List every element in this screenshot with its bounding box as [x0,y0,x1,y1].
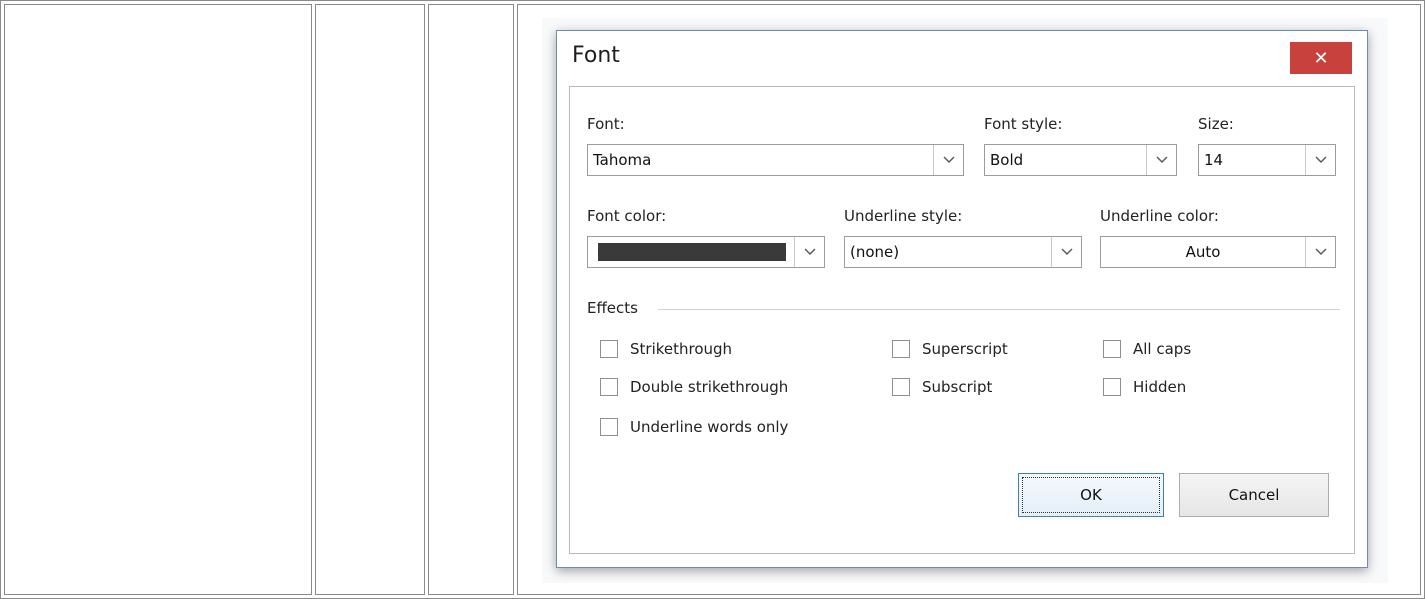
close-icon: ✕ [1313,47,1329,69]
checkbox-box[interactable] [600,340,618,358]
double-strikethrough-checkbox[interactable]: Double strikethrough [600,378,788,396]
checkbox-box[interactable] [600,418,618,436]
chevron-down-icon [1061,248,1072,255]
close-button[interactable]: ✕ [1290,42,1352,74]
size-combobox[interactable]: 14 [1198,144,1336,176]
underline-words-only-checkbox[interactable]: Underline words only [600,418,788,436]
cancel-button[interactable]: Cancel [1179,473,1329,517]
font-combobox[interactable]: Tahoma [587,144,964,176]
font-color-swatch [598,243,786,261]
font-value: Tahoma [593,151,652,169]
font-label: Font: [587,115,625,133]
font-dialog: Font ✕ Font: Font style: Size: Tahoma Bo… [556,30,1368,568]
font-color-picker[interactable] [587,236,825,268]
font-style-combobox[interactable]: Bold [984,144,1177,176]
underline-style-value: (none) [850,243,900,261]
underline-style-dropdown-button[interactable] [1051,237,1081,267]
checkbox-box[interactable] [600,378,618,396]
size-value: 14 [1204,151,1224,169]
font-color-label: Font color: [587,207,667,225]
checkbox-box[interactable] [1103,378,1121,396]
double-strikethrough-label: Double strikethrough [630,378,789,396]
chevron-down-icon [943,156,954,163]
chevron-down-icon [1315,248,1326,255]
effects-heading: Effects [587,299,638,317]
chevron-down-icon [804,248,815,255]
dialog-content: Font: Font style: Size: Tahoma Bold 14 F… [569,86,1355,554]
checkbox-box[interactable] [1103,340,1121,358]
superscript-checkbox[interactable]: Superscript [892,340,1008,358]
underline-color-label: Underline color: [1100,207,1219,225]
checkbox-box[interactable] [892,378,910,396]
subscript-label: Subscript [922,378,993,396]
underline-style-label: Underline style: [844,207,963,225]
checkbox-box[interactable] [892,340,910,358]
underline-words-only-label: Underline words only [630,418,789,436]
font-color-dropdown-button[interactable] [794,237,824,267]
dialog-title: Font [572,43,620,68]
font-dropdown-button[interactable] [933,145,963,175]
strikethrough-label: Strikethrough [630,340,733,358]
font-style-value: Bold [990,151,1024,169]
size-dropdown-button[interactable] [1305,145,1335,175]
font-style-dropdown-button[interactable] [1146,145,1176,175]
superscript-label: Superscript [922,340,1008,358]
underline-style-combobox[interactable]: (none) [844,236,1082,268]
underline-color-value: Auto [1185,243,1221,261]
table-cell [4,4,312,595]
subscript-checkbox[interactable]: Subscript [892,378,992,396]
table-cell [428,4,514,595]
font-style-label: Font style: [984,115,1063,133]
all-caps-checkbox[interactable]: All caps [1103,340,1191,358]
underline-color-combobox[interactable]: Auto [1100,236,1336,268]
chevron-down-icon [1315,156,1326,163]
focus-rectangle [1022,477,1160,513]
cancel-button-label: Cancel [1228,486,1280,504]
hidden-checkbox[interactable]: Hidden [1103,378,1186,396]
chevron-down-icon [1156,156,1167,163]
table-cell [315,4,425,595]
underline-color-dropdown-button[interactable] [1305,237,1335,267]
size-label: Size: [1198,115,1234,133]
strikethrough-checkbox[interactable]: Strikethrough [600,340,732,358]
hidden-label: Hidden [1133,378,1187,396]
all-caps-label: All caps [1133,340,1192,358]
ok-button[interactable]: OK [1018,473,1164,517]
effects-divider [658,309,1340,310]
